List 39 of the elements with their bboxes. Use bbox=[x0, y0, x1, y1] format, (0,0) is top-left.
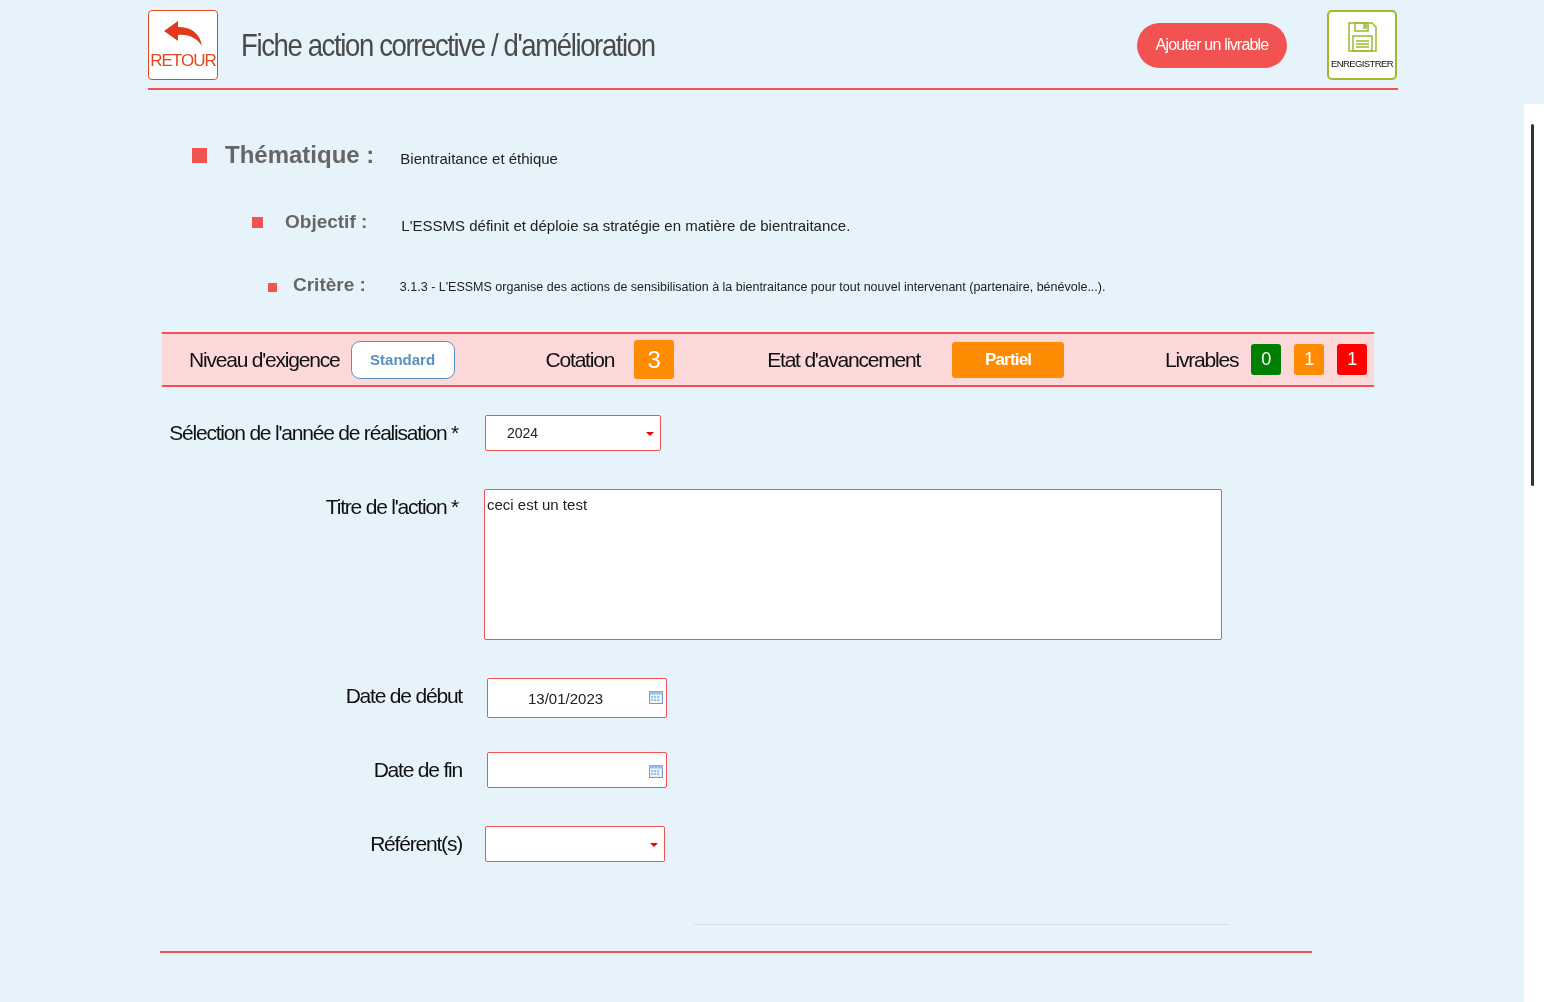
field-label: Date de début bbox=[344, 684, 462, 708]
field-label: Titre de l'action * bbox=[324, 495, 458, 519]
select-field[interactable] bbox=[485, 826, 665, 862]
context-value: 3.1.3 - L'ESSMS organise des actions de sensibilisation à la bientraitance pour tout nouvel intervenant (partenaire, bénévole...). bbox=[399, 280, 1106, 294]
scrollbar[interactable] bbox=[1524, 104, 1544, 1002]
context-label: Objectif : bbox=[285, 211, 368, 233]
deliverable-count: 1 bbox=[1294, 344, 1325, 375]
bullet-square bbox=[192, 147, 207, 163]
save-button[interactable]: ENREGISTRER bbox=[1327, 10, 1397, 80]
date-field[interactable]: 13/01/2023 bbox=[487, 678, 667, 718]
text-area[interactable]: ceci est un test bbox=[484, 489, 1222, 640]
select-field[interactable]: 2024 bbox=[485, 415, 661, 451]
cotation-label: Cotation bbox=[545, 347, 615, 372]
bullet-square bbox=[252, 216, 263, 228]
back-button[interactable]: RETOUR bbox=[148, 10, 218, 80]
calendar-icon[interactable] bbox=[649, 690, 663, 704]
context-value: L'ESSMS définit et déploie sa stratégie en matière de bientraitance. bbox=[401, 216, 851, 234]
deliverables-label: Livrables bbox=[1165, 347, 1239, 372]
field-label: Référent(s) bbox=[369, 832, 462, 856]
level-tag: Standard bbox=[350, 340, 455, 379]
deliverable-count: 0 bbox=[1251, 344, 1282, 375]
date-field[interactable] bbox=[487, 752, 667, 788]
field-label: Sélection de l'année de réalisation * bbox=[168, 421, 458, 445]
progress-badge: Partiel bbox=[952, 341, 1065, 378]
back-arrow-icon bbox=[162, 19, 204, 47]
field-label: Date de fin bbox=[372, 758, 462, 782]
deliverable-count: 1 bbox=[1337, 344, 1368, 375]
bullet-square bbox=[268, 282, 277, 292]
cotation-badge: 3 bbox=[634, 340, 675, 379]
level-label: Niveau d'exigence bbox=[189, 347, 340, 372]
calendar-icon[interactable] bbox=[649, 764, 663, 778]
context-label: Thématique : bbox=[225, 141, 375, 169]
progress-label: Etat d'avancement bbox=[767, 347, 921, 372]
dropdown-caret-icon bbox=[650, 843, 658, 847]
context-label: Critère : bbox=[293, 274, 366, 296]
context-value: Bientraitance et éthique bbox=[400, 149, 558, 167]
scrollbar-thumb[interactable] bbox=[1531, 124, 1534, 486]
page-title: Fiche action corrective / d'amélioration bbox=[241, 26, 655, 64]
dropdown-caret-icon bbox=[646, 432, 654, 436]
